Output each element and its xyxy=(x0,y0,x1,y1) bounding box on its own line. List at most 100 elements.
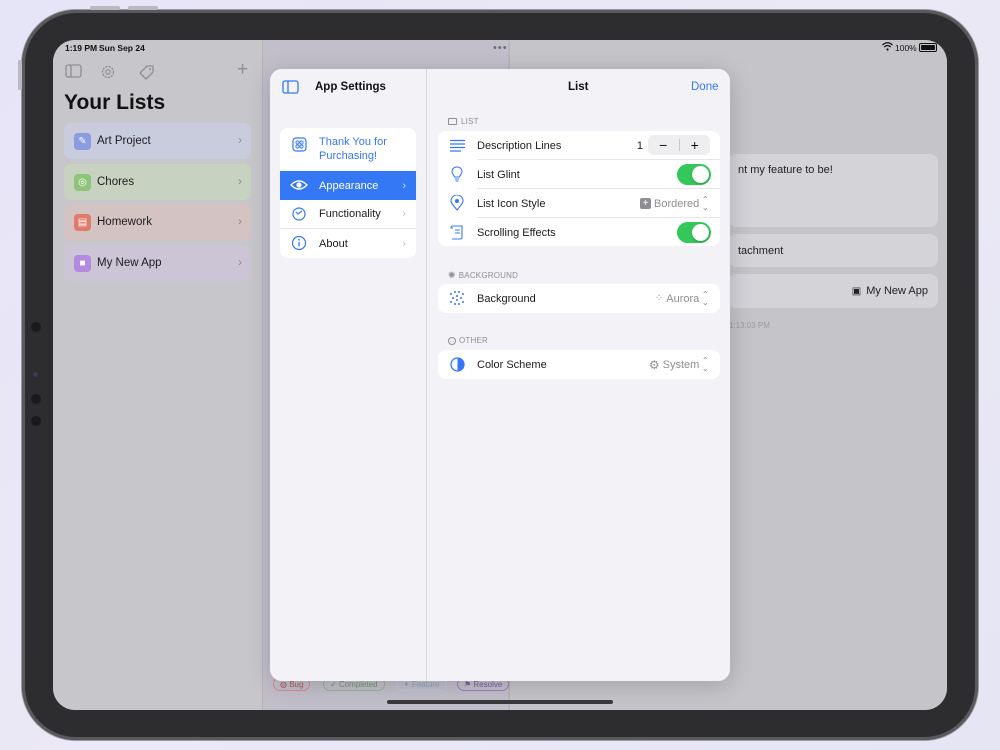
tag-icon[interactable] xyxy=(138,64,155,85)
row-label: Color Scheme xyxy=(477,358,547,371)
background-menu[interactable]: ⁘ Aurora ⌃ ⌄ xyxy=(654,289,710,307)
section-header-other: … OTHER xyxy=(448,336,488,345)
dots-pattern-icon xyxy=(449,290,465,306)
chevron-up-down-icon: ⌃ ⌄ xyxy=(701,289,710,307)
list-item[interactable]: ■ My New App › xyxy=(64,245,251,281)
list-item-label: Art Project xyxy=(97,135,151,147)
attachment-text: tachment xyxy=(738,244,784,257)
attachment-bubble[interactable]: tachment xyxy=(728,234,938,267)
row-label: Scrolling Effects xyxy=(477,226,556,239)
pencil-dot-2 xyxy=(31,416,41,426)
broom-icon: ◎ xyxy=(74,173,91,191)
section-header-label: BACKGROUND xyxy=(458,271,519,280)
half-circle-icon xyxy=(449,356,465,372)
scroll-icon xyxy=(449,224,465,240)
message-text: nt my feature to be! xyxy=(738,164,833,176)
increment-button[interactable]: + xyxy=(680,135,711,155)
sensor-dot xyxy=(33,372,38,377)
page-title: Your Lists xyxy=(64,91,166,114)
volume-button-top xyxy=(90,6,120,10)
nav-item-label: Appearance xyxy=(319,179,379,192)
row-color-scheme[interactable]: Color Scheme ⚙ System ⌃ ⌄ xyxy=(438,350,720,379)
decrement-button[interactable]: − xyxy=(648,135,679,155)
sparkle-section-icon: ✺ xyxy=(448,270,456,280)
list-item-label: My New App xyxy=(97,257,162,269)
gear-icon: ⚙ xyxy=(648,357,660,372)
lines-icon xyxy=(449,137,465,153)
section-header-label: LIST xyxy=(461,117,479,126)
status-date: Sun Sep 24 xyxy=(99,43,145,53)
app-chip-bubble[interactable]: ▣ My New App xyxy=(728,274,938,308)
app-settings-modal: App Settings Thank You for Purchasing! A… xyxy=(270,69,730,681)
side-button xyxy=(18,60,22,90)
list-item[interactable]: ▤ Homework › xyxy=(64,204,251,240)
sidebar-toggle-icon[interactable] xyxy=(282,80,299,99)
lists-sidebar: + Your Lists ✎ Art Project › ◎ Chores › … xyxy=(53,40,262,710)
sidebar-toggle-icon[interactable] xyxy=(65,64,82,82)
row-label: Background xyxy=(477,292,536,305)
list-icon-style-menu[interactable]: + Bordered ⌃ ⌄ xyxy=(640,194,710,212)
settings-title: App Settings xyxy=(315,81,386,93)
row-list-icon-style[interactable]: List Icon Style + Bordered ⌃ ⌄ xyxy=(438,189,720,218)
nav-item-about[interactable]: About › xyxy=(280,229,416,258)
list-glint-toggle[interactable] xyxy=(677,164,711,185)
dots-pattern-icon: ⁘ xyxy=(654,293,664,304)
list-section-icon xyxy=(448,118,457,125)
pencil-dot-1 xyxy=(31,394,41,404)
message-bubble: nt my feature to be! xyxy=(728,154,938,227)
chevron-right-icon: › xyxy=(238,255,242,269)
row-scrolling-effects: Scrolling Effects xyxy=(438,218,720,246)
app-chip-icon: ▣ xyxy=(851,285,862,297)
app-chip-label: My New App xyxy=(866,285,928,297)
home-indicator[interactable] xyxy=(387,700,613,704)
nav-item-functionality[interactable]: Functionality › xyxy=(280,200,416,229)
menu-value: Bordered xyxy=(654,197,700,210)
menu-value: System xyxy=(662,358,700,371)
battery-percent: 100% xyxy=(895,43,917,53)
volume-button-bottom xyxy=(128,6,158,10)
settings-nav: Thank You for Purchasing! Appearance › F… xyxy=(280,128,416,258)
info-icon xyxy=(290,234,308,252)
wifi-icon xyxy=(882,42,893,53)
settings-sidebar: App Settings Thank You for Purchasing! A… xyxy=(270,69,427,681)
pin-icon xyxy=(449,195,465,211)
list-item-label: Chores xyxy=(97,176,135,188)
section-header-label: OTHER xyxy=(459,336,488,345)
chevron-right-icon: › xyxy=(238,174,242,188)
chevron-right-icon: › xyxy=(402,179,406,192)
list-item[interactable]: ✎ Art Project › xyxy=(64,123,251,159)
row-description-lines: Description Lines 1 − + xyxy=(438,131,720,160)
nav-item-appearance[interactable]: Appearance › xyxy=(280,171,416,200)
row-background[interactable]: Background ⁘ Aurora ⌃ ⌄ xyxy=(438,284,720,313)
nav-item-label: Thank You for Purchasing! xyxy=(319,136,387,162)
chevron-right-icon: › xyxy=(238,214,242,228)
chevron-up-down-icon: ⌃ ⌄ xyxy=(701,355,710,373)
nav-item-label: Functionality xyxy=(319,208,381,220)
done-button[interactable]: Done xyxy=(691,81,719,93)
nav-item-label: About xyxy=(319,237,348,250)
row-label: List Glint xyxy=(477,168,520,181)
menu-value: Aurora xyxy=(666,292,700,305)
status-bar: 1:19 PM Sun Sep 24 100% xyxy=(53,40,947,56)
settings-detail: List Done LIST Description Lines 1 − + L… xyxy=(428,69,730,681)
scrolling-effects-toggle[interactable] xyxy=(677,222,711,243)
list-item[interactable]: ◎ Chores › xyxy=(64,164,251,200)
add-list-icon[interactable]: + xyxy=(237,60,248,79)
other-settings-card: Color Scheme ⚙ System ⌃ ⌄ xyxy=(438,350,720,379)
chevron-right-icon: › xyxy=(402,208,406,220)
ellipsis-circle-icon: … xyxy=(448,336,456,345)
status-time: 1:19 PM xyxy=(65,43,98,53)
section-header-list: LIST xyxy=(448,117,479,126)
section-header-background: ✺ BACKGROUND xyxy=(448,270,518,281)
chevron-up-down-icon: ⌃ ⌄ xyxy=(701,194,710,212)
timestamp: 1:13:03 PM xyxy=(729,321,770,330)
book-icon: ▤ xyxy=(74,213,91,231)
gear-icon[interactable] xyxy=(100,64,116,84)
battery-icon xyxy=(919,43,937,52)
color-scheme-menu[interactable]: ⚙ System ⌃ ⌄ xyxy=(648,355,710,373)
eye-icon xyxy=(290,176,308,194)
nav-item-thank-you[interactable]: Thank You for Purchasing! xyxy=(280,128,416,169)
background-settings-card: Background ⁘ Aurora ⌃ ⌄ xyxy=(438,284,720,313)
lightbulb-icon xyxy=(449,166,465,182)
paintbrush-icon: ✎ xyxy=(74,132,91,150)
